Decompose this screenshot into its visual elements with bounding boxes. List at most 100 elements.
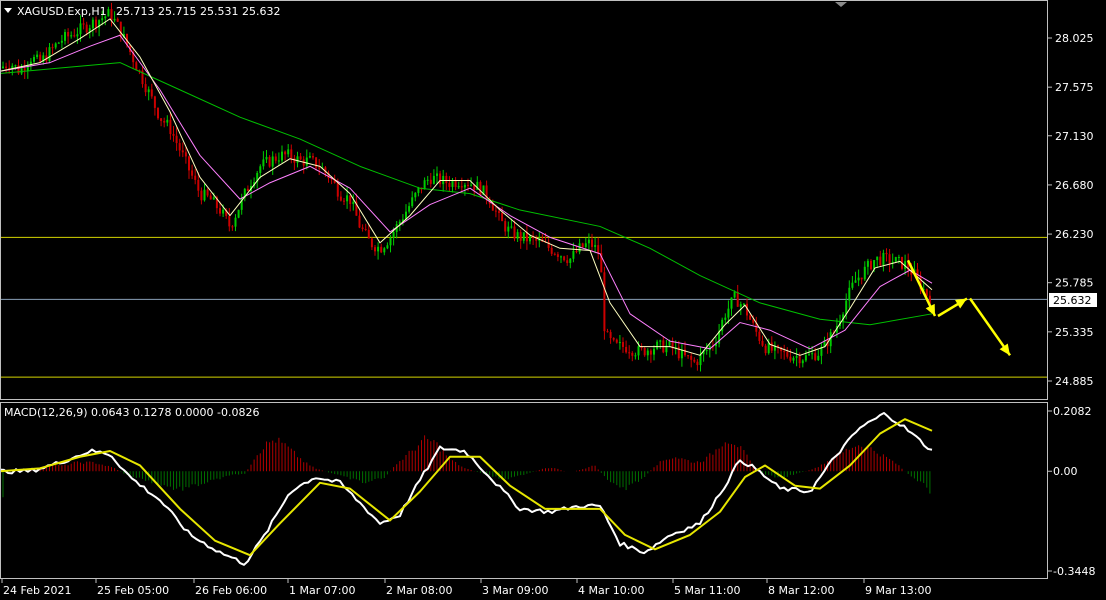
bull-candle[interactable]	[507, 226, 510, 232]
bear-candle[interactable]	[175, 135, 178, 144]
bull-candle[interactable]	[811, 353, 814, 355]
bear-candle[interactable]	[501, 212, 504, 222]
bear-candle[interactable]	[160, 118, 163, 121]
bull-candle[interactable]	[91, 19, 94, 29]
bull-candle[interactable]	[414, 192, 417, 198]
bear-candle[interactable]	[454, 181, 457, 187]
bear-candle[interactable]	[622, 342, 624, 347]
bear-candle[interactable]	[687, 355, 690, 357]
bear-candle[interactable]	[519, 232, 522, 241]
bull-candle[interactable]	[742, 303, 745, 305]
bull-candle[interactable]	[618, 342, 621, 344]
bear-candle[interactable]	[860, 277, 863, 280]
bear-candle[interactable]	[299, 156, 302, 160]
bear-candle[interactable]	[870, 260, 872, 270]
bear-candle[interactable]	[513, 226, 516, 239]
bear-candle[interactable]	[197, 179, 200, 191]
bull-candle[interactable]	[854, 280, 857, 283]
bear-candle[interactable]	[761, 340, 764, 346]
bull-candle[interactable]	[801, 360, 804, 364]
bull-candle[interactable]	[277, 160, 280, 162]
bull-candle[interactable]	[308, 156, 311, 158]
bear-candle[interactable]	[194, 175, 197, 180]
bull-candle[interactable]	[637, 346, 640, 356]
bull-candle[interactable]	[808, 354, 810, 356]
bear-candle[interactable]	[615, 339, 618, 343]
bull-candle[interactable]	[659, 340, 662, 342]
bull-candle[interactable]	[457, 186, 460, 188]
bull-candle[interactable]	[113, 18, 116, 21]
bull-candle[interactable]	[259, 166, 262, 173]
bear-candle[interactable]	[5, 66, 8, 69]
bull-candle[interactable]	[451, 181, 454, 187]
bear-candle[interactable]	[284, 151, 287, 155]
bull-candle[interactable]	[894, 257, 897, 262]
bull-candle[interactable]	[739, 304, 742, 307]
bear-candle[interactable]	[349, 195, 352, 205]
bear-candle[interactable]	[448, 183, 451, 187]
bull-candle[interactable]	[436, 173, 438, 176]
bull-candle[interactable]	[569, 258, 572, 263]
bull-candle[interactable]	[522, 232, 525, 241]
bear-candle[interactable]	[274, 156, 277, 161]
bear-candle[interactable]	[206, 189, 209, 196]
bear-candle[interactable]	[358, 215, 361, 228]
bear-candle[interactable]	[370, 238, 373, 248]
bear-candle[interactable]	[336, 182, 339, 197]
bull-candle[interactable]	[107, 9, 110, 17]
bear-candle[interactable]	[318, 167, 321, 169]
bear-candle[interactable]	[51, 47, 54, 49]
bull-candle[interactable]	[287, 149, 290, 155]
bear-candle[interactable]	[609, 332, 612, 339]
bear-candle[interactable]	[504, 221, 507, 232]
bull-candle[interactable]	[281, 151, 283, 161]
bull-candle[interactable]	[727, 308, 730, 318]
bull-candle[interactable]	[699, 354, 702, 366]
bull-candle[interactable]	[36, 54, 39, 58]
bear-candle[interactable]	[85, 24, 88, 33]
bear-candle[interactable]	[631, 352, 634, 356]
bull-candle[interactable]	[296, 156, 299, 163]
bear-candle[interactable]	[67, 32, 70, 37]
bear-candle[interactable]	[268, 156, 271, 167]
bear-candle[interactable]	[181, 150, 184, 153]
bear-candle[interactable]	[566, 260, 569, 263]
bull-candle[interactable]	[587, 239, 590, 244]
bull-candle[interactable]	[423, 180, 426, 190]
bull-candle[interactable]	[60, 40, 63, 43]
bear-candle[interactable]	[374, 247, 376, 252]
bear-candle[interactable]	[764, 345, 767, 354]
bull-candle[interactable]	[804, 355, 807, 361]
bear-candle[interactable]	[315, 157, 318, 168]
bear-candle[interactable]	[460, 186, 463, 188]
bear-candle[interactable]	[367, 229, 370, 239]
bull-candle[interactable]	[857, 277, 860, 281]
bull-candle[interactable]	[20, 68, 23, 74]
bear-candle[interactable]	[169, 119, 172, 134]
bull-candle[interactable]	[705, 350, 708, 352]
bull-candle[interactable]	[866, 260, 869, 267]
bear-candle[interactable]	[135, 62, 138, 71]
bear-candle[interactable]	[814, 353, 817, 360]
bear-candle[interactable]	[643, 348, 646, 356]
bear-candle[interactable]	[479, 181, 482, 195]
bull-candle[interactable]	[897, 256, 900, 258]
bear-candle[interactable]	[625, 346, 628, 353]
bull-candle[interactable]	[48, 47, 51, 62]
bull-candle[interactable]	[101, 18, 104, 21]
bear-candle[interactable]	[649, 350, 652, 355]
bear-candle[interactable]	[39, 54, 42, 62]
bull-candle[interactable]	[510, 226, 513, 228]
bull-candle[interactable]	[64, 32, 66, 41]
bull-candle[interactable]	[392, 231, 395, 238]
bull-candle[interactable]	[203, 189, 206, 201]
bear-candle[interactable]	[467, 184, 469, 186]
bull-candle[interactable]	[147, 89, 150, 93]
bear-candle[interactable]	[343, 200, 345, 202]
bear-candle[interactable]	[23, 68, 26, 71]
bear-candle[interactable]	[172, 133, 175, 136]
bear-candle[interactable]	[879, 256, 882, 266]
bear-candle[interactable]	[789, 356, 792, 361]
bear-candle[interactable]	[690, 355, 693, 360]
bear-candle[interactable]	[153, 96, 156, 108]
